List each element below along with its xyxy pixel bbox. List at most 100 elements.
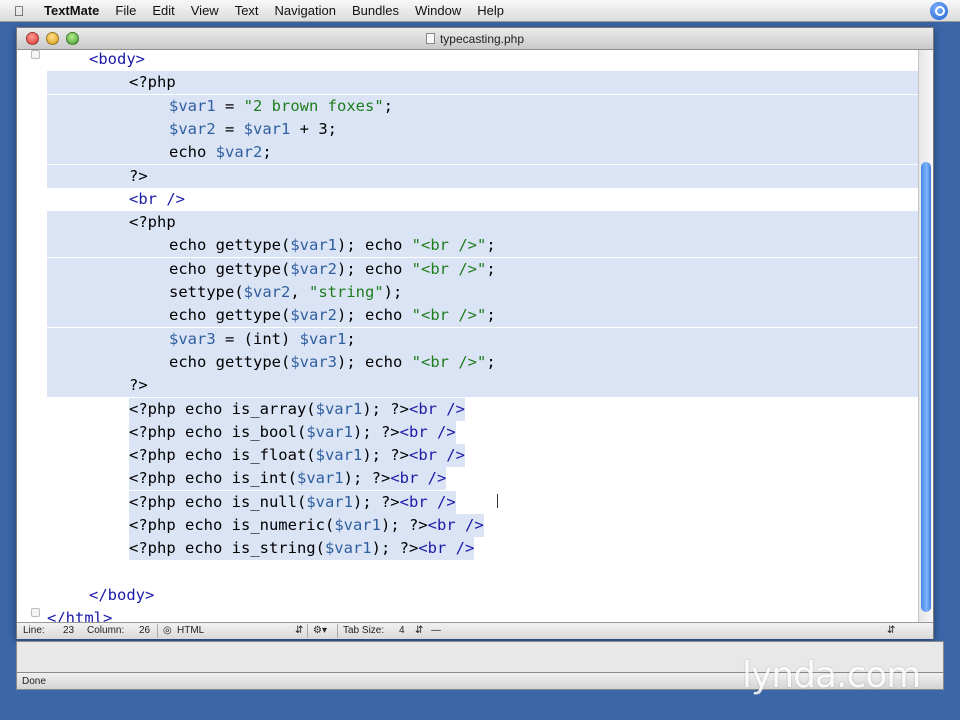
code-editor[interactable]: <body> <?php $var1 = "2 brown foxes"; $var2… bbox=[17, 50, 918, 622]
code-token: $var2 bbox=[169, 119, 216, 138]
code-line[interactable]: <?php echo is_string($var1); ?><br /> bbox=[47, 537, 918, 561]
code-token: + 3; bbox=[290, 119, 338, 138]
spotlight-icon[interactable] bbox=[930, 2, 948, 20]
code-token: , bbox=[290, 283, 309, 301]
bundle-gear-icon[interactable]: ⚙▾ bbox=[313, 625, 327, 636]
code-line[interactable]: <?php bbox=[47, 211, 918, 235]
code-line[interactable]: echo gettype($var3); echo "<br />"; bbox=[47, 350, 918, 374]
code-token: echo bbox=[169, 143, 216, 162]
code-line[interactable]: <?php echo is_numeric($var1); ?><br /> bbox=[47, 514, 918, 537]
menu-view[interactable]: View bbox=[183, 0, 227, 22]
menu-text[interactable]: Text bbox=[227, 0, 267, 22]
code-line[interactable]: </body> bbox=[47, 584, 918, 607]
window-titlebar[interactable]: typecasting.php bbox=[17, 28, 933, 50]
code-line[interactable]: ?> bbox=[47, 374, 918, 398]
code-line-text: <body> bbox=[89, 50, 145, 71]
document-icon bbox=[425, 33, 435, 44]
code-line[interactable]: echo $var2; bbox=[47, 141, 918, 165]
menu-edit[interactable]: Edit bbox=[144, 0, 182, 22]
code-token: ; bbox=[383, 96, 393, 115]
code-line[interactable]: echo gettype($var2); echo "<br />"; bbox=[47, 304, 918, 328]
code-token: ); echo bbox=[337, 259, 412, 278]
code-token: ); ?> bbox=[371, 539, 419, 558]
code-line-text: <?php echo is_null($var1); ?><br /> bbox=[129, 490, 456, 514]
code-line[interactable]: <?php echo is_array($var1); ?><br /> bbox=[47, 397, 918, 421]
scrollbar-thumb[interactable] bbox=[921, 162, 931, 612]
code-token: = bbox=[215, 119, 244, 138]
code-token: <br /> bbox=[399, 492, 456, 511]
menu-file[interactable]: File bbox=[107, 0, 144, 22]
code-line-text: echo gettype($var2); echo "<br />"; bbox=[169, 304, 496, 327]
code-line[interactable]: echo gettype($var2); echo "<br />"; bbox=[47, 257, 918, 281]
code-token: $var3 bbox=[290, 352, 337, 371]
menubar:  TextMate File Edit View Text Navigatio… bbox=[0, 0, 960, 22]
code-line[interactable]: echo gettype($var1); echo "<br />"; bbox=[47, 234, 918, 258]
code-line-text: <?php echo is_int($var1); ?><br /> bbox=[129, 467, 447, 491]
tab-size-value[interactable]: 4 bbox=[399, 625, 405, 636]
gutter bbox=[17, 50, 47, 622]
code-token: <?php bbox=[129, 213, 176, 232]
code-token: <?php echo is_null( bbox=[129, 492, 307, 511]
code-token: <?php echo is_int( bbox=[129, 469, 297, 488]
code-token: = bbox=[215, 96, 244, 115]
tab-size-chevron-icon[interactable]: ⇵ bbox=[415, 625, 423, 636]
menu-navigation[interactable]: Navigation bbox=[267, 0, 344, 22]
code-line[interactable]: <?php echo is_float($var1); ?><br /> bbox=[47, 444, 918, 468]
language-chevron-icon[interactable]: ⇵ bbox=[295, 625, 303, 636]
editor-window: typecasting.php <body> <?php $var1 = "2 br… bbox=[16, 27, 934, 639]
language-gear-icon[interactable]: ◎ bbox=[163, 625, 172, 636]
apple-icon[interactable]:  bbox=[0, 3, 38, 19]
code-token: <?php echo is_string( bbox=[129, 539, 325, 558]
code-line[interactable]: settype($var2, "string"); bbox=[47, 281, 918, 304]
symbol-chevron-icon[interactable]: ⇵ bbox=[887, 625, 895, 636]
code-line-text: echo gettype($var2); echo "<br />"; bbox=[169, 258, 496, 281]
code-line-text: </html> bbox=[47, 607, 112, 622]
code-line[interactable]: <?php bbox=[47, 71, 918, 95]
menu-bundles[interactable]: Bundles bbox=[344, 0, 407, 22]
code-line[interactable]: </html> bbox=[47, 607, 918, 622]
divider bbox=[337, 624, 338, 638]
code-line[interactable]: <?php echo is_bool($var1); ?><br /> bbox=[47, 420, 918, 444]
code-token: ); ?> bbox=[352, 422, 400, 441]
code-token: ; bbox=[486, 236, 496, 255]
vertical-scrollbar[interactable] bbox=[918, 50, 933, 622]
code-token: <br /> bbox=[408, 446, 465, 465]
code-line-text: <?php echo is_bool($var1); ?><br /> bbox=[129, 420, 456, 444]
code-line-text: </body> bbox=[89, 584, 154, 607]
column-value: 26 bbox=[139, 625, 151, 636]
symbol-popup[interactable]: — bbox=[431, 625, 441, 636]
code-token: "<br />" bbox=[411, 306, 487, 325]
code-token: $var2 bbox=[290, 306, 337, 325]
code-line-text: echo gettype($var3); echo "<br />"; bbox=[169, 351, 496, 374]
fold-marker-icon[interactable] bbox=[31, 50, 40, 59]
code-line[interactable]: <?php echo is_null($var1); ?><br /> bbox=[47, 490, 918, 514]
code-line-text: <?php echo is_string($var1); ?><br /> bbox=[129, 537, 475, 561]
code-line[interactable]: <?php echo is_int($var1); ?><br /> bbox=[47, 467, 918, 491]
code-token: ); echo bbox=[337, 352, 412, 371]
code-line-text: settype($var2, "string"); bbox=[169, 281, 402, 304]
divider bbox=[157, 624, 158, 638]
status-text: Done bbox=[22, 676, 46, 687]
lynda-logo: lynda.com bbox=[742, 655, 921, 696]
tab-size-label[interactable]: Tab Size: bbox=[343, 625, 384, 636]
code-line[interactable]: ?> bbox=[47, 164, 918, 188]
code-line[interactable]: $var2 = $var1 + 3; bbox=[47, 117, 918, 141]
code-line[interactable]: $var1 = "2 brown foxes"; bbox=[47, 94, 918, 118]
code-line-text: $var3 = (int) $var1; bbox=[169, 328, 356, 351]
code-line[interactable]: <body> bbox=[47, 50, 918, 71]
menu-help[interactable]: Help bbox=[469, 0, 512, 22]
window-title-text: typecasting.php bbox=[439, 32, 525, 46]
code-token: echo gettype( bbox=[169, 352, 291, 371]
menu-app-name[interactable]: TextMate bbox=[38, 0, 107, 22]
code-token: ; bbox=[486, 352, 496, 371]
menu-window[interactable]: Window bbox=[407, 0, 469, 22]
code-line[interactable] bbox=[47, 561, 918, 584]
code-line-text: echo $var2; bbox=[169, 141, 272, 164]
language-select[interactable]: HTML bbox=[177, 625, 204, 636]
code-line[interactable]: <br /> bbox=[47, 188, 918, 211]
code-token: $var2 bbox=[290, 259, 337, 278]
code-line[interactable]: $var3 = (int) $var1; bbox=[47, 327, 918, 351]
fold-marker-icon[interactable] bbox=[31, 608, 40, 617]
code-token: <br /> bbox=[427, 516, 484, 534]
code-token: <?php echo is_bool( bbox=[129, 422, 307, 441]
